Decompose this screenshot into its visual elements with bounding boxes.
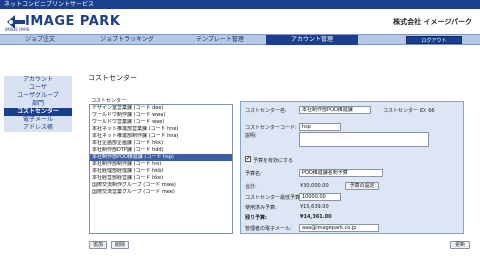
cost-center-name-label: コストセンター名:	[245, 108, 287, 114]
remaining-budget-value: ¥14,361.00	[300, 214, 332, 220]
cost-center-id: コストセンター ID: 66	[383, 108, 435, 114]
list-item[interactable]: 本社経営部経営課 (コード hke)	[90, 175, 232, 182]
page-title: コストセンター	[88, 74, 137, 82]
tab-account-management[interactable]: アカウント管理	[266, 35, 358, 45]
admin-email-field[interactable]: aaa@imagepark.co.jp	[299, 224, 379, 232]
total-value: ¥30,000.00	[300, 183, 329, 189]
service-name: ネットコンビニプリントサービス	[4, 1, 95, 8]
sidebar-item-cost-center[interactable]: コストセンター	[4, 108, 72, 116]
list-item[interactable]: 国際交流制作グループ (コード mwa)	[90, 182, 232, 189]
description-field[interactable]	[299, 132, 429, 147]
tab-job-order[interactable]: ジョブ注文	[0, 35, 80, 45]
budget-enable-checkbox[interactable]: ✔	[245, 156, 251, 162]
sidebar-item-department[interactable]: 部門	[4, 100, 72, 108]
list-item[interactable]: 本社制作部DTP課 (コード hdd)	[90, 147, 232, 154]
budget-enable-label: 予算を有効にする	[253, 158, 294, 164]
logo-text: IMAGE PARK	[25, 14, 121, 29]
list-item[interactable]: 本社ネット推進部営業課 (コード hne)	[90, 126, 232, 133]
cost-center-name-field[interactable]: 本社制作部POD推進課	[299, 106, 371, 114]
logout-button[interactable]: ログアウト	[406, 36, 462, 44]
used-budget-label: 使用済み予算:	[245, 205, 277, 211]
min-budget-field[interactable]: 10000.00	[299, 193, 341, 201]
list-item[interactable]: 国際交流営業グループ (コード mee)	[90, 189, 232, 196]
company-name: 株式会社 イメージパーク	[393, 18, 472, 26]
list-item[interactable]: 本社ネット推進部制作課 (コード hna)	[90, 133, 232, 140]
admin-email-label: 管理者の電子メール:	[245, 226, 292, 232]
sidebar: アカウント ユーザ ユーザグループ 部門 コストセンター 電子メール アドレス帳	[4, 76, 72, 132]
sidebar-item-address-book[interactable]: アドレス帳	[4, 124, 72, 132]
budget-settings-button[interactable]: 予算の設定	[345, 182, 379, 190]
add-button[interactable]: 追加	[89, 241, 107, 249]
cost-center-list[interactable]: デザイン室営業課 (コード dee) ワールドワ制作課 (コード wwa) ワー…	[89, 104, 233, 234]
tab-job-tracking[interactable]: ジョブトラッキング	[80, 35, 174, 45]
budget-name-label: 予算名:	[245, 171, 262, 177]
sidebar-item-user-group[interactable]: ユーザグループ	[4, 92, 72, 100]
logo-subtext: IMAGE PARK	[5, 27, 30, 32]
cost-center-code-label: コストセンターコード:	[245, 125, 297, 131]
service-bar: ネットコンビニプリントサービス	[0, 0, 480, 9]
min-budget-label: コストセンター最低予算:	[245, 195, 302, 201]
remaining-budget-label: 残り予算:	[245, 215, 267, 221]
description-label: 説明:	[245, 133, 257, 139]
list-item[interactable]: ワールドワ営業課 (コード wee)	[90, 119, 232, 126]
list-item[interactable]: 本社企画部企画課 (コード hkk)	[90, 140, 232, 147]
cost-center-detail-panel: コストセンター名: 本社制作部POD推進課 コストセンター ID: 66 コスト…	[240, 101, 464, 234]
budget-name-field[interactable]: POD推進課名刺予算	[299, 169, 383, 177]
sidebar-item-email[interactable]: 電子メール	[4, 116, 72, 124]
list-item[interactable]: ワールドワ制作課 (コード wwa)	[90, 112, 232, 119]
logo: IMAGE PARK IMAGE PARK	[5, 13, 125, 33]
main-nav: ジョブ注文 ジョブトラッキング テンプレート管理 アカウント管理 ログアウト	[0, 34, 480, 45]
delete-button[interactable]: 削除	[111, 241, 129, 249]
list-item-selected[interactable]: 本社制作部POD推進課 (コード hsp)	[90, 154, 232, 161]
tab-template-management[interactable]: テンプレート管理	[174, 35, 266, 45]
list-item[interactable]: 本社経理部経理課 (コード hkb)	[90, 168, 232, 175]
total-label: 合計:	[245, 184, 257, 190]
cost-center-list-label: コストセンター:	[91, 98, 128, 104]
sidebar-item-user[interactable]: ユーザ	[4, 84, 72, 92]
header: IMAGE PARK IMAGE PARK 株式会社 イメージパーク	[0, 9, 480, 34]
used-budget-value: ¥15,639.00	[300, 204, 329, 210]
list-item[interactable]: 本社制作部制作課 (コード hsi)	[90, 161, 232, 168]
update-button[interactable]: 更新	[450, 241, 470, 249]
list-item[interactable]: デザイン室営業課 (コード dee)	[90, 105, 232, 112]
cost-center-code-field[interactable]: hsp	[299, 123, 341, 131]
sidebar-item-account[interactable]: アカウント	[4, 76, 72, 84]
